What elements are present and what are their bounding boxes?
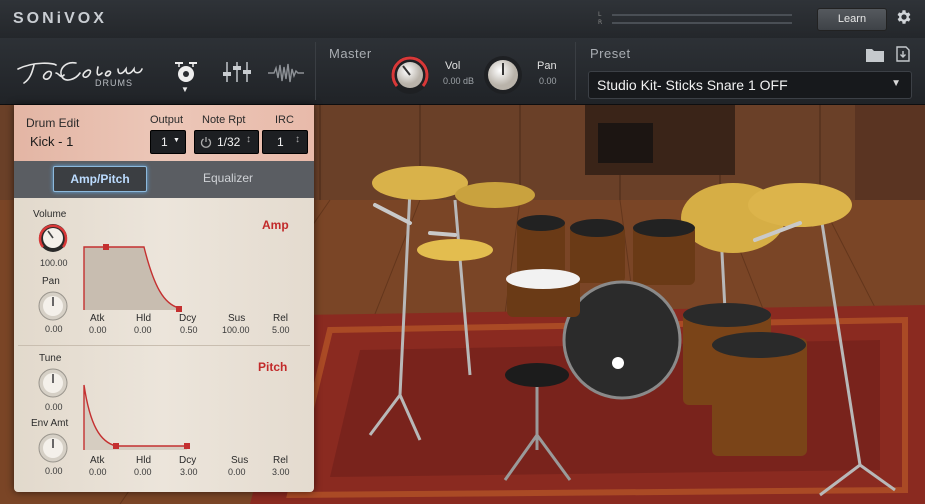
- preset-selected-value: Studio Kit- Sticks Snare 1 OFF: [597, 77, 788, 93]
- master-pan-value: 0.00: [539, 76, 557, 86]
- irc-value: 1: [277, 135, 284, 149]
- amp-volume-knob[interactable]: [38, 223, 68, 253]
- tab-amp-pitch[interactable]: Amp/Pitch: [53, 166, 147, 192]
- amp-pan-value: 0.00: [45, 324, 63, 334]
- brand-logo: SONiVOX: [13, 10, 107, 27]
- irc-control[interactable]: 1 ↕: [262, 130, 308, 154]
- note-repeat-value: 1/32: [217, 135, 241, 149]
- pitch-tune-knob[interactable]: [38, 368, 68, 398]
- header-divider: [575, 42, 576, 100]
- amp-decay-label: Dcy: [179, 313, 197, 324]
- gear-icon[interactable]: [894, 8, 914, 28]
- pitch-env-amt-label: Env Amt: [31, 418, 69, 429]
- header-divider: [315, 42, 316, 100]
- pitch-envelope-graph[interactable]: [82, 380, 192, 452]
- updown-arrows-icon[interactable]: ↕: [246, 134, 251, 145]
- pitch-hold-label: Hld: [136, 455, 152, 466]
- drum-edit-panel: Drum Edit Kick - 1 Output 1 ▼ Note Rpt 1…: [14, 105, 314, 492]
- folder-icon[interactable]: [866, 47, 884, 62]
- amp-pan-label: Pan: [42, 276, 60, 287]
- waveform-icon[interactable]: [268, 62, 304, 84]
- level-meter: L R: [598, 11, 798, 27]
- pitch-attack-label: Atk: [90, 455, 105, 466]
- master-vol-label: Vol: [445, 60, 461, 72]
- amp-hold-value[interactable]: 0.00: [134, 325, 152, 335]
- meter-left-bar: [612, 14, 792, 16]
- amp-release-label: Rel: [273, 313, 289, 324]
- amp-release-value[interactable]: 5.00: [272, 325, 290, 335]
- drum-edit-header: Drum Edit Kick - 1 Output 1 ▼ Note Rpt 1…: [14, 105, 314, 161]
- drum-name: Kick - 1: [30, 134, 74, 149]
- chevron-down-icon: ▼: [173, 137, 180, 144]
- meter-left-label: L: [598, 11, 602, 18]
- pitch-tune-value: 0.00: [45, 402, 63, 412]
- output-label: Output: [150, 114, 184, 126]
- mixer-icon[interactable]: [222, 60, 252, 84]
- amp-attack-value[interactable]: 0.00: [89, 325, 107, 335]
- tony-coleman-signature-logo: [17, 61, 143, 84]
- logo-drums-text: DRUMS: [95, 78, 133, 88]
- preset-label: Preset: [590, 46, 631, 61]
- section-divider: [18, 345, 310, 346]
- pitch-release-label: Rel: [273, 455, 289, 466]
- save-preset-icon[interactable]: [896, 46, 910, 62]
- tab-equalizer[interactable]: Equalizer: [174, 171, 282, 185]
- master-volume-knob[interactable]: [390, 55, 430, 95]
- amp-hold-label: Hld: [136, 313, 152, 324]
- output-select[interactable]: 1 ▼: [150, 130, 186, 154]
- pitch-sustain-value[interactable]: 0.00: [228, 467, 246, 477]
- pitch-env-amt-value: 0.00: [45, 466, 63, 476]
- pitch-release-value[interactable]: 3.00: [272, 467, 290, 477]
- amp-envelope-graph[interactable]: [82, 242, 184, 312]
- master-label: Master: [329, 46, 372, 61]
- meter-right-bar: [612, 22, 792, 24]
- amp-sustain-value[interactable]: 100.00: [222, 325, 250, 335]
- amp-sustain-label: Sus: [228, 313, 246, 324]
- power-icon[interactable]: [200, 136, 212, 148]
- amp-volume-value: 100.00: [40, 258, 68, 268]
- pitch-tune-label: Tune: [39, 353, 62, 364]
- pitch-hold-value[interactable]: 0.00: [134, 467, 152, 477]
- amp-decay-value[interactable]: 0.50: [180, 325, 198, 335]
- meter-right-label: R: [598, 19, 603, 26]
- pitch-attack-value[interactable]: 0.00: [89, 467, 107, 477]
- learn-button[interactable]: Learn: [817, 8, 887, 31]
- drum-edit-title: Drum Edit: [26, 116, 80, 130]
- updown-arrows-icon[interactable]: ↕: [295, 134, 300, 145]
- pitch-decay-label: Dcy: [179, 455, 197, 466]
- amp-volume-label: Volume: [33, 209, 67, 220]
- master-pan-label: Pan: [537, 60, 557, 72]
- amp-pan-knob[interactable]: [38, 291, 68, 321]
- note-repeat-label: Note Rpt: [202, 114, 246, 126]
- chevron-down-icon: ▼: [891, 78, 901, 89]
- pitch-env-amt-knob[interactable]: [38, 433, 68, 463]
- output-value: 1: [161, 135, 168, 149]
- drum-kit-icon[interactable]: [173, 58, 199, 84]
- master-pan-knob[interactable]: [483, 55, 523, 95]
- pitch-decay-value[interactable]: 3.00: [180, 467, 198, 477]
- amp-attack-label: Atk: [90, 313, 105, 324]
- kit-dropdown-arrow-icon[interactable]: ▼: [181, 85, 189, 94]
- pitch-sustain-label: Sus: [231, 455, 249, 466]
- pitch-section-title: Pitch: [258, 360, 288, 374]
- note-repeat-control[interactable]: 1/32 ↕: [194, 130, 259, 154]
- irc-label: IRC: [275, 114, 294, 126]
- preset-dropdown[interactable]: Studio Kit- Sticks Snare 1 OFF ▼: [588, 71, 912, 99]
- master-vol-value: 0.00 dB: [443, 76, 475, 86]
- amp-section-title: Amp: [262, 218, 289, 232]
